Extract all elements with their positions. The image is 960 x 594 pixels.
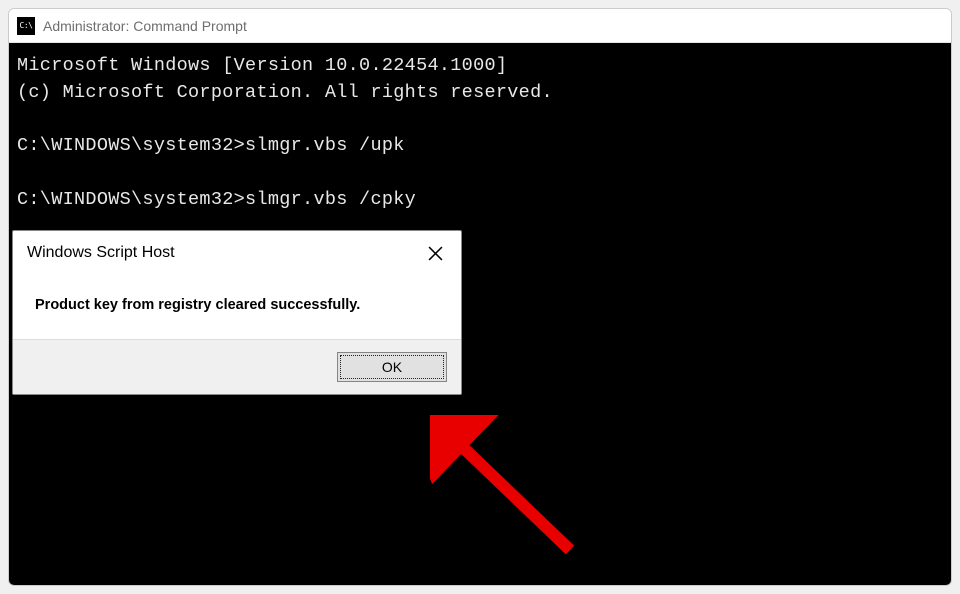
cmd-icon: C:\: [17, 17, 35, 35]
terminal-line: C:\WINDOWS\system32>slmgr.vbs /cpky: [17, 189, 416, 210]
dialog-footer: OK: [13, 339, 461, 394]
close-icon: [428, 246, 443, 261]
close-button[interactable]: [421, 239, 449, 267]
dialog-titlebar[interactable]: Windows Script Host: [13, 231, 461, 275]
cmd-icon-text: C:\: [20, 21, 33, 30]
dialog-message: Product key from registry cleared succes…: [13, 275, 461, 339]
titlebar[interactable]: C:\ Administrator: Command Prompt: [9, 9, 951, 43]
terminal-line: C:\WINDOWS\system32>slmgr.vbs /upk: [17, 135, 405, 156]
script-host-dialog: Windows Script Host Product key from reg…: [12, 230, 462, 395]
terminal-line: Microsoft Windows [Version 10.0.22454.10…: [17, 55, 507, 76]
terminal-line: (c) Microsoft Corporation. All rights re…: [17, 82, 553, 103]
dialog-title: Windows Script Host: [27, 244, 175, 262]
window-title: Administrator: Command Prompt: [43, 18, 247, 34]
ok-button[interactable]: OK: [337, 352, 447, 382]
